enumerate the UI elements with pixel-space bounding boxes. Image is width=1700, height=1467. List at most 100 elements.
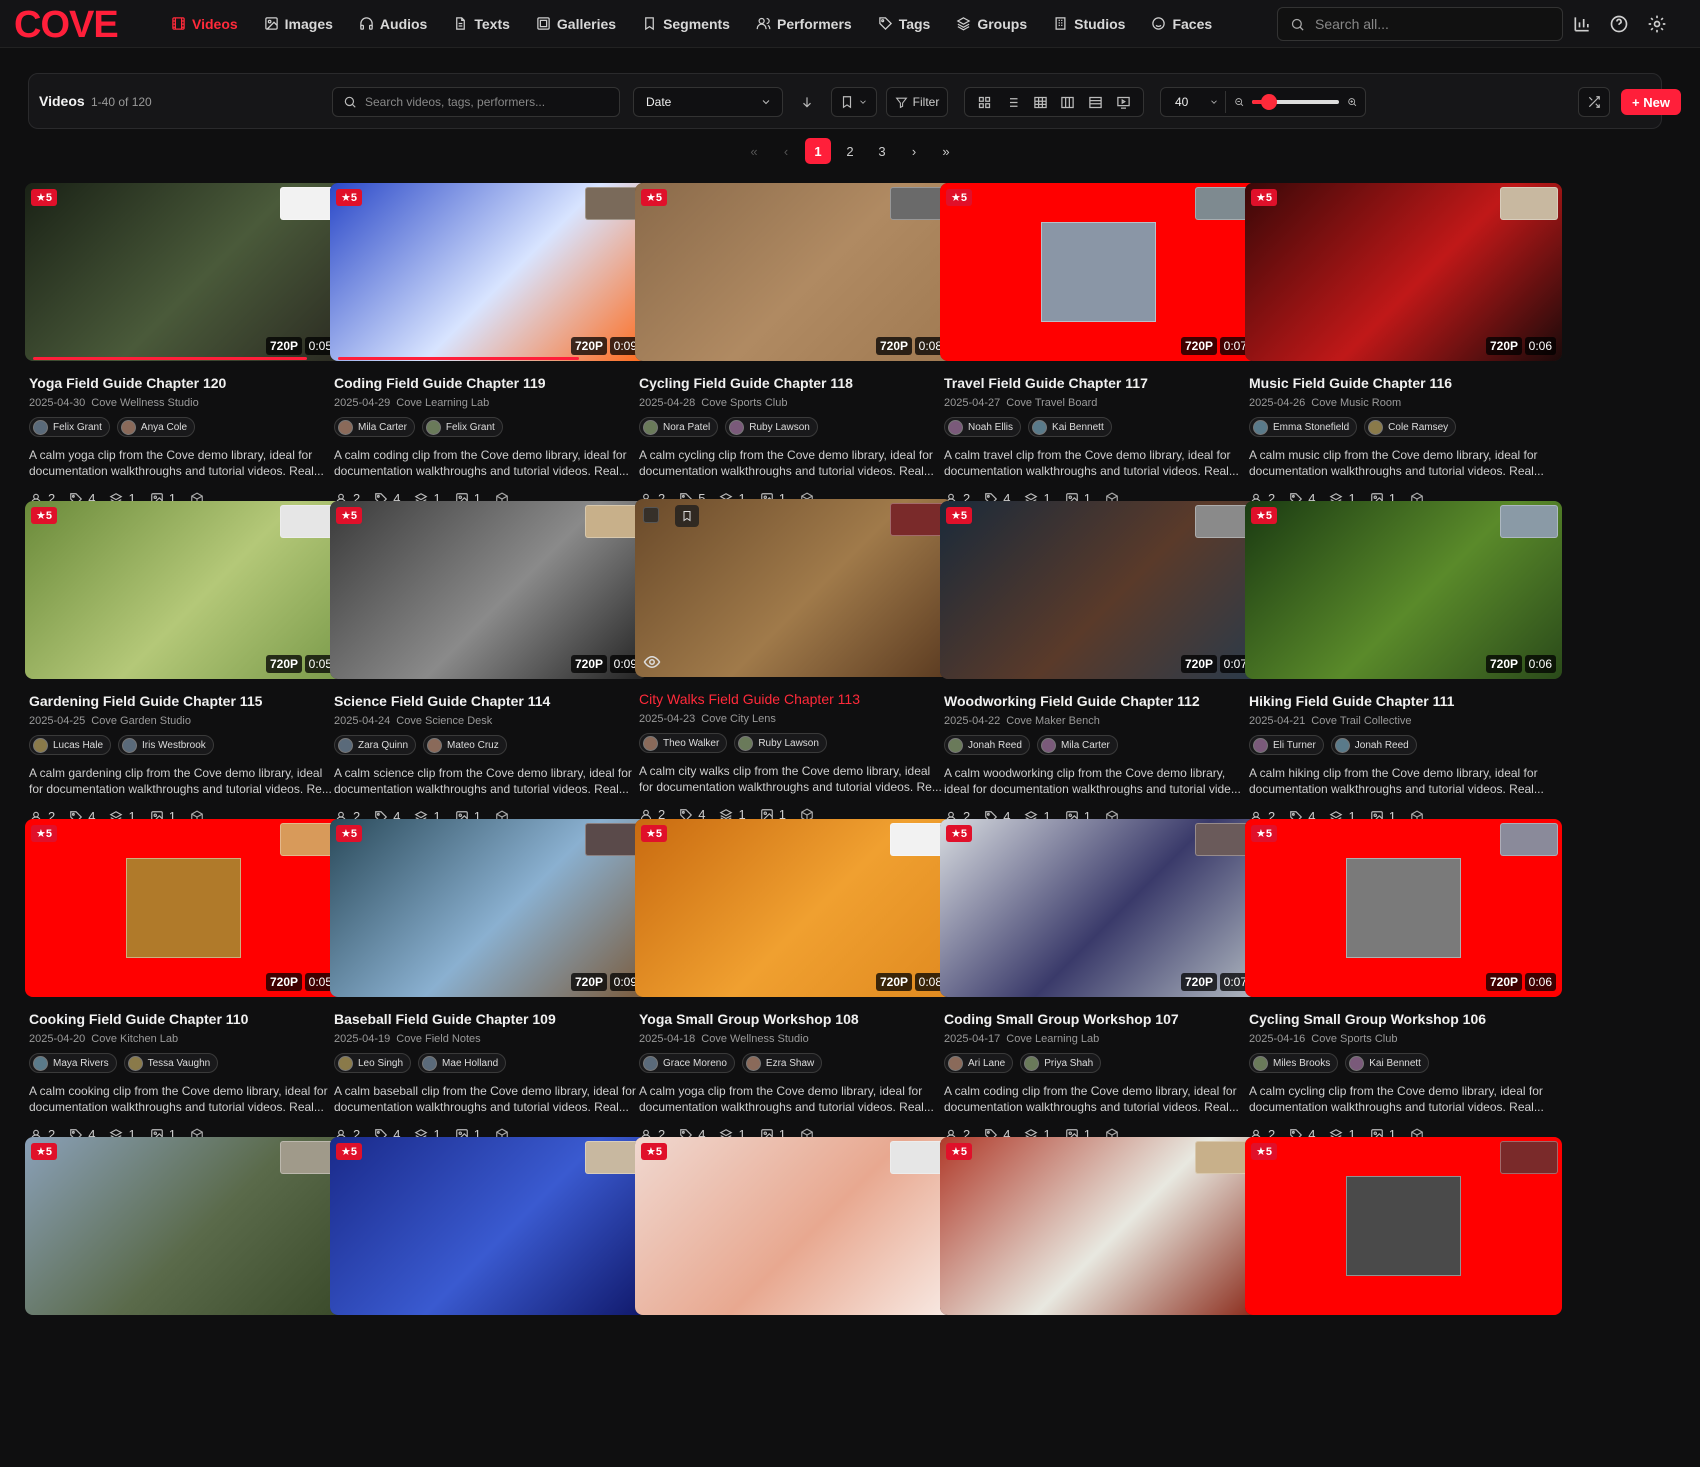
performer-chip[interactable]: Ruby Lawson <box>734 733 827 753</box>
cove-logo[interactable]: COVE <box>14 4 138 44</box>
sort-direction-button[interactable] <box>793 87 821 117</box>
performer-chip[interactable]: Kai Bennett <box>1345 1053 1429 1073</box>
video-studio[interactable]: Cove Travel Board <box>1006 397 1097 409</box>
zoom-slider[interactable] <box>1251 94 1339 110</box>
zoom-out-icon[interactable] <box>1234 96 1244 108</box>
video-studio[interactable]: Cove Learning Lab <box>396 397 489 409</box>
video-card[interactable]: ★5 720P 0:06 Hiking Field Guide Chapter 111… <box>1245 501 1562 831</box>
performer-chip[interactable]: Priya Shah <box>1020 1053 1102 1073</box>
last-page-button[interactable]: » <box>933 138 959 164</box>
video-card[interactable]: ★5 <box>25 1137 342 1467</box>
slideshow-view-icon[interactable] <box>1116 95 1131 110</box>
video-thumbnail[interactable]: ★5 720P 0:07 <box>940 183 1257 361</box>
video-studio[interactable]: Cove Field Notes <box>396 1033 480 1045</box>
video-card[interactable]: ★5 720P 0:09 Science Field Guide Chapter 11… <box>330 501 647 831</box>
filter-button[interactable]: Filter <box>886 87 948 117</box>
video-card[interactable]: ★5 720P 0:08 Cycling Field Guide Chapter 11… <box>635 183 952 513</box>
performer-chip[interactable]: Nora Patel <box>639 417 719 437</box>
columns-view-icon[interactable] <box>1060 95 1075 110</box>
video-thumbnail[interactable]: ★5 <box>25 1137 342 1315</box>
performer-chip[interactable]: Lucas Hale <box>29 735 112 755</box>
nav-faces[interactable]: Faces <box>1138 0 1225 48</box>
performer-chip[interactable]: Felix Grant <box>29 417 110 437</box>
zoom-in-icon[interactable] <box>1347 96 1357 108</box>
video-thumbnail[interactable]: ★5 <box>635 1137 952 1315</box>
performer-chip[interactable]: Leo Singh <box>334 1053 412 1073</box>
performer-chip[interactable]: Jonah Reed <box>944 735 1030 755</box>
performer-chip[interactable]: Tessa Vaughn <box>123 1053 219 1073</box>
settings-gear-icon[interactable] <box>1647 14 1667 34</box>
video-thumbnail[interactable]: ★5 <box>1245 1137 1562 1315</box>
list-view-icon[interactable] <box>1005 95 1020 110</box>
grid-view-icon[interactable] <box>977 95 992 110</box>
video-title[interactable]: Travel Field Guide Chapter 117 <box>944 375 1148 391</box>
video-card[interactable]: ★5 720P 0:05 Cooking Field Guide Chapter 11… <box>25 819 342 1149</box>
video-card[interactable]: ★5 720P 0:08 Yoga Small Group Workshop 108 2… <box>635 819 952 1149</box>
video-title[interactable]: Yoga Field Guide Chapter 120 <box>29 375 226 391</box>
video-card[interactable]: ★5 720P 0:06 Music Field Guide Chapter 116 2… <box>1245 183 1562 513</box>
shuffle-button[interactable] <box>1578 87 1610 117</box>
rows-view-icon[interactable] <box>1088 95 1103 110</box>
stats-chart-icon[interactable] <box>1572 14 1592 34</box>
nav-performers[interactable]: Performers <box>743 0 865 48</box>
video-title[interactable]: Music Field Guide Chapter 116 <box>1249 375 1452 391</box>
video-thumbnail[interactable]: ★5 720P 0:06 <box>1245 819 1562 997</box>
performer-chip[interactable]: Iris Westbrook <box>118 735 214 755</box>
performer-chip[interactable]: Mila Carter <box>334 417 415 437</box>
page-3-button[interactable]: 3 <box>869 138 895 164</box>
video-card[interactable]: City Walks Field Guide Chapter 113 2025-0… <box>635 499 952 829</box>
nav-galleries[interactable]: Galleries <box>523 0 629 48</box>
video-thumbnail[interactable]: ★5 720P 0:09 <box>330 819 647 997</box>
video-card[interactable]: ★5 <box>330 1137 647 1467</box>
video-title[interactable]: Coding Small Group Workshop 107 <box>944 1011 1179 1027</box>
performer-chip[interactable]: Kai Bennett <box>1028 417 1112 437</box>
video-thumbnail[interactable]: ★5 720P 0:07 <box>940 501 1257 679</box>
video-card[interactable]: ★5 720P 0:09 Baseball Field Guide Chapter 1… <box>330 819 647 1149</box>
nav-studios[interactable]: Studios <box>1040 0 1138 48</box>
nav-segments[interactable]: Segments <box>629 0 743 48</box>
video-studio[interactable]: Cove Wellness Studio <box>701 1033 808 1045</box>
video-card[interactable]: ★5 720P 0:09 Coding Field Guide Chapter 119… <box>330 183 647 513</box>
performer-chip[interactable]: Ari Lane <box>944 1053 1014 1073</box>
nav-tags[interactable]: Tags <box>865 0 944 48</box>
video-studio[interactable]: Cove Music Room <box>1311 397 1401 409</box>
video-studio[interactable]: Cove Sports Club <box>701 397 787 409</box>
video-title[interactable]: Woodworking Field Guide Chapter 112 <box>944 693 1200 709</box>
eye-icon[interactable] <box>643 653 661 671</box>
performer-chip[interactable]: Felix Grant <box>421 417 503 437</box>
video-studio[interactable]: Cove Kitchen Lab <box>91 1033 178 1045</box>
performer-chip[interactable]: Cole Ramsey <box>1364 417 1457 437</box>
global-search-input[interactable]: Search all... <box>1277 7 1563 41</box>
performer-chip[interactable]: Mae Holland <box>418 1053 507 1073</box>
video-title[interactable]: Baseball Field Guide Chapter 109 <box>334 1011 556 1027</box>
performer-chip[interactable]: Maya Rivers <box>29 1053 117 1073</box>
performer-chip[interactable]: Ezra Shaw <box>741 1053 823 1073</box>
video-thumbnail[interactable]: ★5 720P 0:08 <box>635 183 952 361</box>
video-thumbnail[interactable]: ★5 720P 0:09 <box>330 501 647 679</box>
video-title[interactable]: Cycling Small Group Workshop 106 <box>1249 1011 1486 1027</box>
video-card[interactable]: ★5 <box>635 1137 952 1467</box>
video-thumbnail[interactable]: ★5 720P 0:05 <box>25 183 342 361</box>
video-card[interactable]: ★5 720P 0:05 Gardening Field Guide Chapter … <box>25 501 342 831</box>
nav-videos[interactable]: Videos <box>158 0 251 48</box>
first-page-button[interactable]: « <box>741 138 767 164</box>
nav-texts[interactable]: Texts <box>440 0 523 48</box>
video-card[interactable]: ★5 720P 0:07 Coding Small Group Workshop 10… <box>940 819 1257 1149</box>
video-studio[interactable]: Cove City Lens <box>701 713 776 725</box>
help-circle-icon[interactable] <box>1609 14 1629 34</box>
page-2-button[interactable]: 2 <box>837 138 863 164</box>
video-title[interactable]: Gardening Field Guide Chapter 115 <box>29 693 262 709</box>
video-title[interactable]: Cooking Field Guide Chapter 110 <box>29 1011 248 1027</box>
prev-page-button[interactable]: ‹ <box>773 138 799 164</box>
performer-chip[interactable]: Zara Quinn <box>334 735 417 755</box>
video-title[interactable]: City Walks Field Guide Chapter 113 <box>639 691 860 707</box>
performer-chip[interactable]: Mila Carter <box>1036 735 1118 755</box>
video-thumbnail[interactable]: ★5 720P 0:08 <box>635 819 952 997</box>
video-thumbnail[interactable]: ★5 <box>940 1137 1257 1315</box>
performer-chip[interactable]: Eli Turner <box>1249 735 1324 755</box>
performer-chip[interactable]: Jonah Reed <box>1330 735 1417 755</box>
select-checkbox[interactable] <box>643 507 659 523</box>
video-thumbnail[interactable]: ★5 720P 0:06 <box>1245 501 1562 679</box>
video-card[interactable]: ★5 <box>1245 1137 1562 1467</box>
video-card[interactable]: ★5 720P 0:07 Travel Field Guide Chapter 117… <box>940 183 1257 513</box>
